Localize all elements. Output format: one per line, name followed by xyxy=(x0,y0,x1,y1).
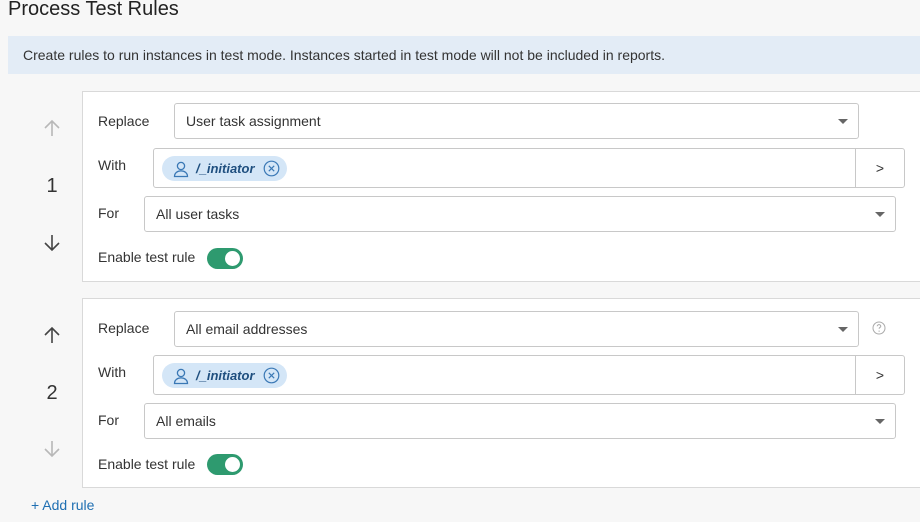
replace-select[interactable]: User task assignment xyxy=(174,103,859,139)
assignee-chip: /_initiator xyxy=(162,156,287,181)
with-field[interactable]: /_initiator xyxy=(153,355,856,395)
user-icon xyxy=(172,160,190,178)
replace-label: Replace xyxy=(98,320,150,336)
for-value: All user tasks xyxy=(156,206,240,222)
rule-card: Replace User task assignment With /_init… xyxy=(82,91,920,282)
add-rule-link[interactable]: + Add rule xyxy=(31,495,94,515)
rule-1: 1 Replace User task assignment With /_in… xyxy=(0,91,920,282)
picker-button[interactable]: > xyxy=(855,355,905,395)
for-select[interactable]: All emails xyxy=(144,403,896,439)
enable-toggle[interactable] xyxy=(207,248,243,269)
toggle-knob xyxy=(225,457,240,472)
replace-value: All email addresses xyxy=(186,321,308,337)
toggle-knob xyxy=(225,251,240,266)
page-title: Process Test Rules xyxy=(8,0,179,20)
enable-label: Enable test rule xyxy=(98,456,196,472)
move-up-icon[interactable] xyxy=(40,116,64,140)
move-down-icon[interactable] xyxy=(40,231,64,255)
for-label: For xyxy=(98,412,119,428)
chip-label: /_initiator xyxy=(196,368,255,383)
picker-button[interactable]: > xyxy=(855,148,905,188)
chevron-down-icon xyxy=(838,327,848,332)
with-label: With xyxy=(98,364,126,380)
rule-number: 1 xyxy=(46,175,58,197)
user-icon xyxy=(172,367,190,385)
chevron-down-icon xyxy=(875,419,885,424)
replace-select[interactable]: All email addresses xyxy=(174,311,859,347)
rule-number: 2 xyxy=(46,382,58,404)
help-icon[interactable] xyxy=(872,321,886,335)
with-field[interactable]: /_initiator xyxy=(153,148,856,188)
enable-label: Enable test rule xyxy=(98,249,196,265)
close-icon[interactable] xyxy=(263,367,280,384)
chevron-down-icon xyxy=(875,212,885,217)
for-select[interactable]: All user tasks xyxy=(144,196,896,232)
for-value: All emails xyxy=(156,413,216,429)
rule-2: 2 Replace All email addresses With /_ini… xyxy=(0,298,920,488)
with-label: With xyxy=(98,157,126,173)
replace-value: User task assignment xyxy=(186,113,321,129)
move-down-icon[interactable] xyxy=(40,437,64,461)
chip-label: /_initiator xyxy=(196,161,255,176)
enable-toggle[interactable] xyxy=(207,454,243,475)
rule-card: Replace All email addresses With /_initi… xyxy=(82,298,920,488)
close-icon[interactable] xyxy=(263,160,280,177)
for-label: For xyxy=(98,205,119,221)
info-banner: Create rules to run instances in test mo… xyxy=(8,36,920,74)
assignee-chip: /_initiator xyxy=(162,363,287,388)
replace-label: Replace xyxy=(98,113,150,129)
chevron-down-icon xyxy=(838,119,848,124)
rule-1-nav: 1 xyxy=(30,91,74,282)
rule-2-nav: 2 xyxy=(30,298,74,488)
move-up-icon[interactable] xyxy=(40,323,64,347)
